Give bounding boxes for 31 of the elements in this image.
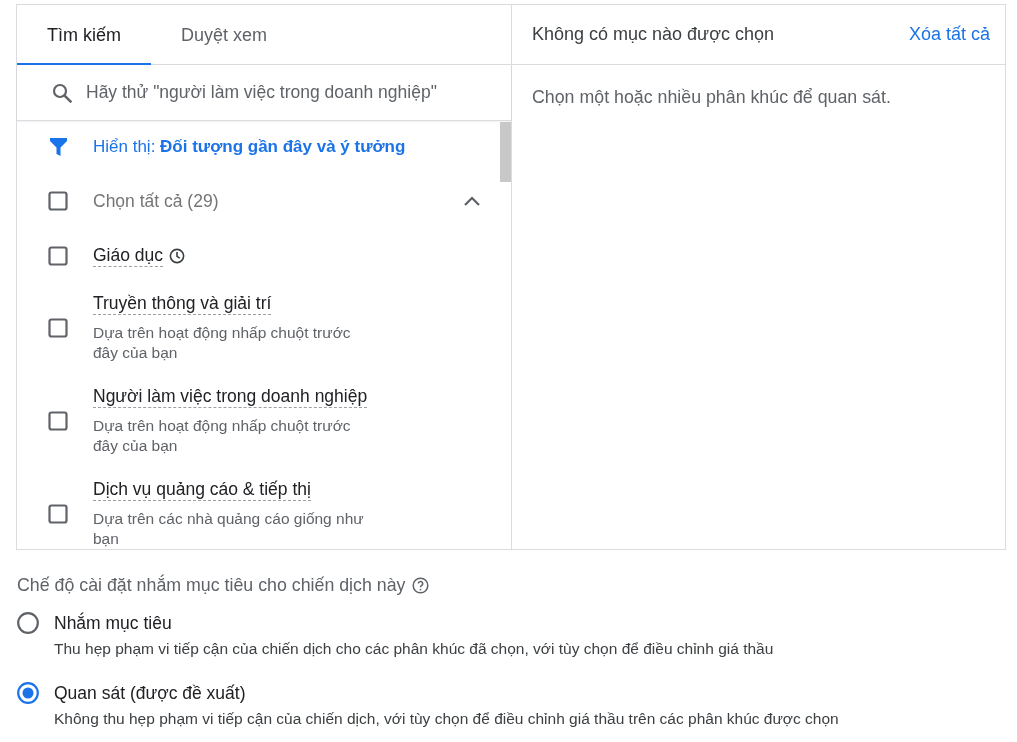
option-description: Không thu hẹp phạm vi tiếp cận của chiến dịch, với tùy chọn để điều chỉnh giá thầu trên các phân khúc được chọn <box>54 709 839 729</box>
selection-status: Không có mục nào được chọn <box>532 24 774 45</box>
checkbox[interactable] <box>48 504 68 524</box>
search-icon <box>52 82 72 103</box>
scrollbar-thumb[interactable] <box>500 122 511 182</box>
checkbox[interactable] <box>48 246 68 266</box>
segment-title: Truyền thông và giải trí <box>93 293 272 315</box>
checkbox[interactable] <box>48 318 68 338</box>
filter-button[interactable]: Hiển thị: Đối tượng gần đây và ý tưởng <box>48 121 406 173</box>
option-label: Quan sát (được đề xuất) <box>54 682 247 704</box>
filter-icon <box>50 138 67 156</box>
select-all-label: Chọn tất cả (29) <box>93 190 220 212</box>
help-icon[interactable] <box>412 576 430 594</box>
tab[interactable]: Tìm kiếm <box>17 5 151 65</box>
search-field[interactable]: Hãy thử "người làm việc trong doanh nghiệp" <box>86 82 491 103</box>
checkbox[interactable] <box>48 411 68 431</box>
clear-all-link[interactable]: Xóa tất cả <box>908 24 990 45</box>
segment-description: Dựa trên các nhà quảng cáo giống như bạn <box>93 509 365 549</box>
option-label: Nhắm mục tiêu <box>54 612 173 634</box>
radio-button[interactable] <box>17 612 39 634</box>
segment-title: Dịch vụ quảng cáo & tiếp thị <box>93 479 311 501</box>
segment-description: Dựa trên hoạt động nhấp chuột trước đây của bạn <box>93 416 352 456</box>
section-title: Chế độ cài đặt nhắm mục tiêu cho chiến dịch này <box>17 574 406 596</box>
checkbox[interactable] <box>48 191 68 211</box>
segment-title: Người làm việc trong doanh nghiệp <box>93 386 368 408</box>
option-description: Thu hẹp phạm vi tiếp cận của chiến dịch cho các phân khúc đã chọn, với tùy chọn để điều chỉnh giá thầu <box>54 639 774 659</box>
radio-button[interactable] <box>17 682 39 704</box>
segment-description: Dựa trên hoạt động nhấp chuột trước đây của bạn <box>93 323 352 363</box>
tab[interactable]: Duyệt xem <box>151 5 298 65</box>
hint-text: Chọn một hoặc nhiều phân khúc để quan sát. <box>531 86 891 107</box>
segment-title: Giáo dục <box>93 245 164 267</box>
